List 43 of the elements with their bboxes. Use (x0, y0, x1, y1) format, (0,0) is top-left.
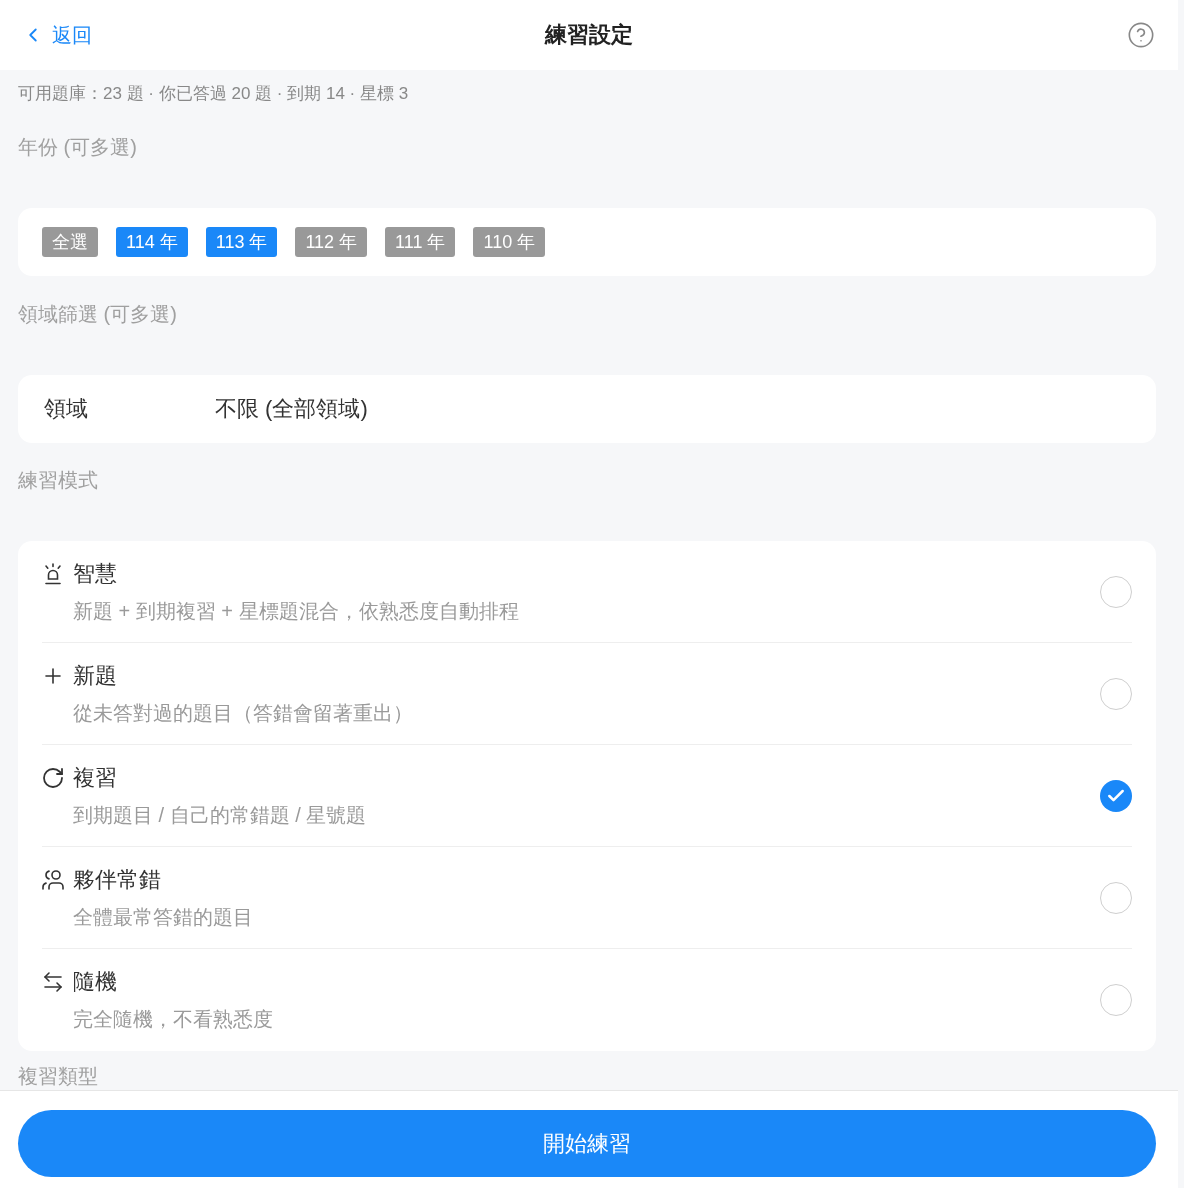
year-chip[interactable]: 全選 (42, 227, 98, 257)
domain-selector[interactable]: 領域 不限 (全部領域) (18, 375, 1156, 443)
mode-option[interactable]: 複習 到期題目 / 自己的常錯題 / 星號題 (42, 745, 1132, 847)
year-chip[interactable]: 110 年 (473, 227, 546, 257)
mode-title: 複習 (73, 763, 117, 792)
year-chip[interactable]: 111 年 (385, 227, 456, 257)
section-label: 練習模式 (18, 468, 99, 493)
refresh-icon (41, 765, 65, 790)
mode-option[interactable]: 隨機 完全隨機，不看熟悉度 (42, 949, 1132, 1051)
mode-description: 完全隨機，不看熟悉度 (73, 1007, 273, 1032)
mode-description: 新題 + 到期複習 + 星標題混合，依熟悉度自動排程 (73, 598, 519, 624)
radio-button[interactable] (1100, 677, 1132, 710)
section-label: 領域篩選 (可多選) (18, 302, 178, 327)
field-value: 不限 (全部領域) (215, 395, 368, 423)
back-button[interactable]: 返回 (22, 21, 92, 49)
summary-text: 可用題庫：23 題 · 你已答過 20 題 · 到期 14 · 星標 3 (18, 83, 410, 105)
mode-option[interactable]: 新題 從未答對過的題目（答錯會留著重出） (42, 643, 1132, 745)
mode-description: 全體最常答錯的題目 (73, 904, 253, 930)
alarm-light-icon (42, 562, 64, 585)
mode-title: 隨機 (73, 968, 117, 996)
mode-title: 智慧 (73, 559, 117, 588)
radio-button[interactable] (1100, 575, 1132, 608)
help-icon (1127, 21, 1155, 49)
radio-button[interactable] (1100, 984, 1132, 1016)
mode-option[interactable]: 夥伴常錯 全體最常答錯的題目 (42, 847, 1132, 949)
radio-button[interactable] (1100, 881, 1132, 914)
year-chip[interactable]: 112 年 (295, 227, 368, 257)
field-label: 領域 (44, 395, 89, 423)
users-icon (41, 867, 65, 892)
year-chip[interactable]: 114 年 (116, 227, 188, 257)
section-label: 年份 (可多選) (18, 135, 138, 160)
mode-title: 夥伴常錯 (73, 865, 161, 894)
swap-arrows-icon (41, 970, 65, 994)
section-label: 複習類型 (18, 1065, 99, 1087)
radio-button[interactable] (1100, 779, 1132, 812)
mode-description: 從未答對過的題目（答錯會留著重出） (73, 700, 413, 726)
mode-option[interactable]: 智慧 新題 + 到期複習 + 星標題混合，依熟悉度自動排程 (42, 541, 1132, 643)
page-title: 練習設定 (544, 21, 633, 49)
start-button[interactable]: 開始練習 (18, 1110, 1156, 1177)
mode-title: 新題 (73, 661, 117, 690)
year-chip[interactable]: 113 年 (205, 227, 278, 257)
help-button[interactable] (1127, 21, 1155, 49)
mode-description: 到期題目 / 自己的常錯題 / 星號題 (73, 802, 367, 828)
